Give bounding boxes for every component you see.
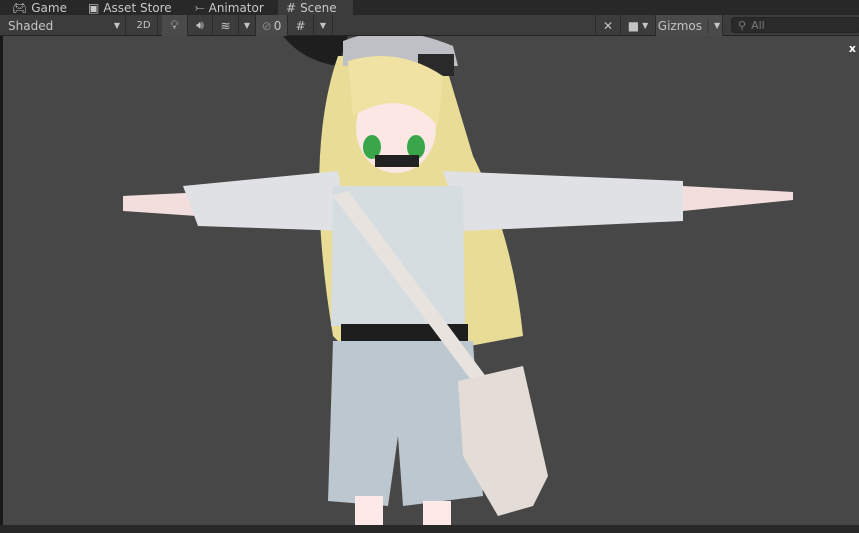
scene-toolbar: Shaded ▼ 2D 💡︎ 🔊︎ ≋ ▼ ⊘ 0 # ▼ ✕ ■ ▼ Gizmos |… bbox=[0, 15, 859, 36]
camera-dropdown[interactable]: ■ ▼ bbox=[621, 15, 656, 36]
tools-button[interactable]: ✕ bbox=[595, 15, 621, 36]
audio-toggle[interactable]: 🔊︎ bbox=[188, 15, 213, 36]
chevron-down-icon: ▼ bbox=[113, 21, 120, 30]
shopping-bag-icon: ▣ bbox=[88, 0, 100, 15]
close-icon[interactable]: x bbox=[849, 42, 856, 55]
tab-asset-store[interactable]: ▣ Asset Store bbox=[80, 0, 180, 15]
speaker-icon: 🔊︎ bbox=[196, 18, 204, 32]
chevron-down-icon: ▼ bbox=[642, 21, 649, 30]
effects-dropdown[interactable]: ▼ bbox=[239, 15, 256, 36]
grid-toggle[interactable]: # bbox=[288, 15, 314, 36]
tab-animator[interactable]: ⤚ Animator bbox=[187, 0, 272, 15]
wrench-cross-icon: ✕ bbox=[602, 18, 614, 33]
effects-toggle[interactable]: ≋ bbox=[213, 15, 239, 36]
choker bbox=[375, 155, 419, 167]
camera-icon: ■ bbox=[627, 18, 640, 33]
gamepad-icon: 🎮︎ bbox=[12, 0, 28, 15]
lightbulb-icon: 💡︎ bbox=[170, 18, 179, 32]
editor-tab-bar: 🎮︎ Game ▣ Asset Store ⤚ Animator # Scene bbox=[0, 0, 859, 15]
grid-dropdown[interactable]: ▼ bbox=[314, 15, 333, 36]
lighting-toggle[interactable]: 💡︎ bbox=[162, 15, 188, 36]
scene-viewport[interactable] bbox=[3, 36, 859, 525]
tab-scene[interactable]: # Scene bbox=[278, 0, 353, 15]
search-icon: ⚲ bbox=[738, 18, 747, 32]
left-leg bbox=[355, 496, 383, 525]
eye-hidden-icon: ⊘ bbox=[261, 18, 272, 33]
scene-visibility-toggle[interactable]: ⊘ 0 bbox=[256, 15, 288, 36]
tab-game[interactable]: 🎮︎ Game bbox=[4, 0, 75, 15]
shorts bbox=[328, 341, 483, 506]
draw-mode-dropdown[interactable]: Shaded ▼ bbox=[3, 15, 126, 36]
grid-icon: # bbox=[295, 18, 306, 33]
animator-icon: ⤚ bbox=[195, 0, 205, 14]
right-sleeve bbox=[443, 171, 683, 231]
gizmos-dropdown[interactable]: Gizmos | ▼ bbox=[656, 15, 723, 36]
grid-hash-icon: # bbox=[286, 0, 297, 15]
chevron-down-icon: ▼ bbox=[714, 21, 721, 30]
chevron-down-icon: ▼ bbox=[319, 21, 327, 30]
right-leg bbox=[423, 501, 451, 525]
effects-layers-icon: ≋ bbox=[220, 18, 231, 33]
left-sleeve bbox=[183, 171, 348, 231]
avatar-model bbox=[123, 36, 793, 525]
search-input[interactable]: ⚲ All bbox=[731, 17, 859, 33]
2d-toggle[interactable]: 2D bbox=[130, 15, 158, 36]
chevron-down-icon: ▼ bbox=[243, 21, 251, 30]
bottom-panel-strip bbox=[0, 525, 859, 533]
